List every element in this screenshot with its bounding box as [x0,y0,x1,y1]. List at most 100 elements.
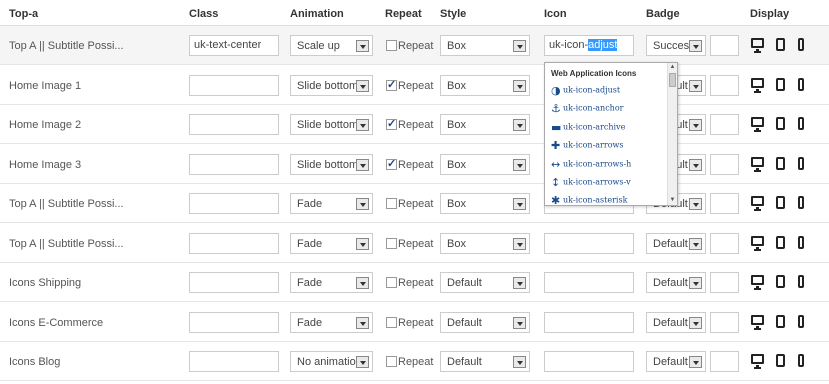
phone-icon[interactable] [798,117,804,130]
phone-icon[interactable] [798,77,804,91]
repeat-checkbox[interactable] [386,40,397,51]
scroll-up-arrow-icon[interactable]: ▲ [668,63,677,72]
style-select[interactable]: Box [440,35,530,56]
class-input[interactable]: uk-text-center [189,35,279,56]
desktop-icon[interactable] [751,156,764,172]
desktop-icon[interactable] [751,354,764,369]
icon-input[interactable] [544,311,634,333]
header-icon: Icon [544,8,567,20]
desktop-icon[interactable] [751,235,764,251]
phone-icon[interactable] [798,354,804,367]
repeat-checkbox[interactable] [386,78,397,91]
animation-select[interactable]: Slide bottom [290,153,373,175]
badge-select[interactable]: Default [646,232,706,254]
icon-option[interactable]: ✚ uk-icon-arrows [551,139,623,153]
class-input[interactable] [189,311,279,333]
class-input[interactable] [189,153,279,175]
style-select[interactable]: Default [440,351,530,372]
phone-icon[interactable] [798,156,804,170]
tablet-icon[interactable] [776,196,785,209]
repeat-checkbox[interactable] [386,157,397,170]
tablet-icon[interactable] [776,275,785,288]
badge-text-input[interactable] [710,153,739,175]
phone-icon[interactable] [798,314,804,328]
class-input[interactable] [189,351,279,372]
style-select[interactable]: Default [440,272,530,293]
class-input[interactable] [189,193,279,214]
tablet-icon[interactable] [776,314,785,328]
icon-input[interactable] [544,272,634,293]
repeat-checkbox[interactable] [386,117,397,130]
icon-option[interactable]: ◑ uk-icon-adjust [551,84,620,98]
animation-select[interactable]: Slide bottom [290,114,373,135]
icon-option[interactable]: ↕ uk-icon-arrows-v [551,176,631,190]
animation-select[interactable]: Scale up [290,35,373,56]
class-input[interactable] [189,74,279,96]
desktop-icon[interactable] [751,314,764,330]
animation-select[interactable]: Slide bottom [290,74,373,96]
phone-icon[interactable] [798,275,804,288]
chevron-down-icon [356,79,369,92]
tablet-icon[interactable] [776,156,785,170]
icon-picker-dropdown[interactable]: Web Application Icons ◑ uk-icon-adjust ⚓ uk… [544,62,678,206]
repeat-checkbox[interactable] [386,277,397,288]
badge-select[interactable]: Default [646,351,706,372]
repeat-checkbox[interactable] [386,356,397,367]
icon-option[interactable]: ✱ uk-icon-asterisk [551,194,627,205]
class-input[interactable] [189,114,279,135]
badge-text-input[interactable] [710,232,739,254]
tablet-icon[interactable] [776,38,785,51]
scroll-thumb[interactable] [669,73,676,87]
badge-select[interactable]: Default [646,272,706,293]
animation-select[interactable]: No animation [290,351,373,372]
style-select[interactable]: Box [440,232,530,254]
icon-option[interactable]: ↔ uk-icon-arrows-h [551,158,631,172]
desktop-icon[interactable] [751,275,764,290]
tablet-icon[interactable] [776,117,785,130]
repeat-checkbox[interactable] [386,237,397,249]
icon-option[interactable]: ⚓ uk-icon-anchor [551,102,623,116]
badge-text-input[interactable] [710,311,739,333]
desktop-icon[interactable] [751,77,764,93]
repeat-checkbox[interactable] [386,316,397,328]
animation-select[interactable]: Fade [290,272,373,293]
badge-text-input[interactable] [710,351,739,372]
icon-input[interactable] [544,351,634,372]
tablet-icon[interactable] [776,354,785,367]
badge-text-input[interactable] [710,74,739,96]
style-select[interactable]: Box [440,153,530,175]
phone-icon[interactable] [798,235,804,249]
style-select[interactable]: Box [440,74,530,96]
animation-select[interactable]: Fade [290,311,373,333]
icon-picker-scrollbar[interactable]: ▲ ▼ [667,63,677,205]
tablet-icon[interactable] [776,77,785,91]
phone-icon[interactable] [798,196,804,209]
repeat-checkbox[interactable] [386,198,397,209]
header-badge: Badge [646,8,680,20]
icon-input[interactable] [544,232,634,254]
icon-option[interactable]: ▬ uk-icon-archive [551,121,625,135]
animation-select[interactable]: Fade [290,193,373,214]
badge-select[interactable]: Default [646,311,706,333]
chevron-down-icon [356,158,369,171]
style-select[interactable]: Box [440,193,530,214]
desktop-icon[interactable] [751,117,764,132]
scroll-down-arrow-icon[interactable]: ▼ [668,196,677,205]
badge-text-input[interactable] [710,114,739,135]
badge-text-input[interactable] [710,35,739,56]
style-select[interactable]: Box [440,114,530,135]
phone-icon[interactable] [798,38,804,51]
desktop-icon[interactable] [751,196,764,211]
badge-text-input[interactable] [710,272,739,293]
badge-text-input[interactable] [710,193,739,214]
desktop-icon[interactable] [751,38,764,53]
animation-select[interactable]: Fade [290,232,373,254]
icon-input[interactable]: uk-icon-adjust [544,35,634,56]
style-select[interactable]: Default [440,311,530,333]
class-input[interactable] [189,272,279,293]
class-input[interactable] [189,232,279,254]
arrows-h-icon: ↔ [551,157,561,171]
tablet-icon[interactable] [776,235,785,249]
chevron-down-icon [356,119,369,131]
badge-select[interactable]: Success [646,35,706,56]
